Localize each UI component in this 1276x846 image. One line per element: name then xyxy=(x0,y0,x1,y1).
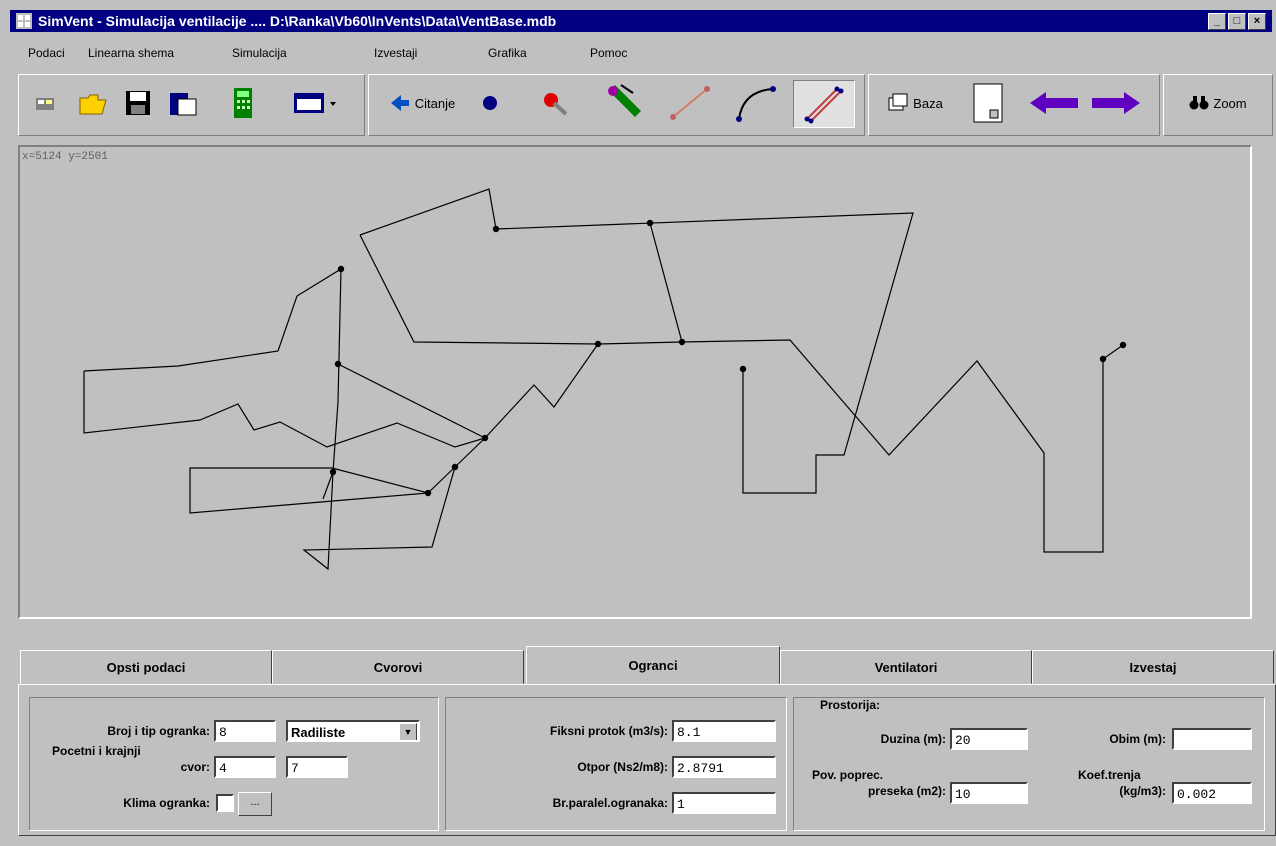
tab-ogranci[interactable]: Ogranci xyxy=(526,646,780,684)
menu-izvestaji[interactable]: Izvestaji xyxy=(374,46,417,60)
baza-button[interactable]: Baza xyxy=(876,80,954,126)
tab-strip: Opsti podaci Cvorovi Ogranci Ventilatori… xyxy=(18,646,1274,684)
arrow-left-icon[interactable] xyxy=(1023,80,1085,126)
maximize-button[interactable]: □ xyxy=(1228,13,1246,30)
zoom-label: Zoom xyxy=(1213,95,1247,111)
fiksni-label: Fiksni protok (m3/s): xyxy=(549,724,668,738)
parallel-lines-icon[interactable] xyxy=(793,80,855,128)
new-icon[interactable] xyxy=(26,80,66,126)
app-icon xyxy=(16,13,32,29)
cvor-label-line1: Pocetni i krajnji xyxy=(52,744,141,758)
obim-field[interactable] xyxy=(1172,728,1252,750)
tab-ventilatori[interactable]: Ventilatori xyxy=(780,650,1032,684)
koef-label-line2: (kg/m3): xyxy=(1119,784,1166,798)
window-title: SimVent - Simulacija ventilacije .... D:… xyxy=(38,13,557,29)
title-bar: SimVent - Simulacija ventilacije .... D:… xyxy=(10,10,1272,32)
line-icon[interactable] xyxy=(660,80,720,126)
fiksni-protok-field[interactable]: 8.1 xyxy=(672,720,776,742)
close-button[interactable]: × xyxy=(1248,13,1266,30)
otpor-label: Otpor (Ns2/m8): xyxy=(577,760,668,774)
tab-izvestaj[interactable]: Izvestaj xyxy=(1032,650,1274,684)
prostorija-group: Prostorija: Duzina (m): 20 Obim (m): Pov… xyxy=(793,697,1265,831)
obim-label: Obim (m): xyxy=(1109,732,1166,746)
menu-grafika[interactable]: Grafika xyxy=(488,46,527,60)
prostorija-label: Prostorija: xyxy=(820,698,881,712)
branch-number-field[interactable]: 8 xyxy=(214,720,276,742)
start-node-field[interactable]: 4 xyxy=(214,756,276,778)
menu-pomoc[interactable]: Pomoc xyxy=(590,46,627,60)
menu-linearna-shema[interactable]: Linearna shema xyxy=(88,46,174,60)
cvor-label-line2: cvor: xyxy=(180,760,210,774)
duzina-label: Duzina (m): xyxy=(880,732,946,746)
end-node-field[interactable]: 7 xyxy=(286,756,348,778)
open-folder-icon[interactable] xyxy=(73,80,113,126)
clipboard-icon[interactable] xyxy=(163,80,203,126)
baza-label: Baza xyxy=(913,95,943,111)
koef-field[interactable]: 0.002 xyxy=(1172,782,1252,804)
arrow-right-icon[interactable] xyxy=(1085,80,1147,126)
toolbar: Citanje Baza Zoom xyxy=(18,72,1274,140)
klima-label: Klima ogranka: xyxy=(123,796,210,810)
citanje-label: Citanje xyxy=(414,95,456,111)
branch-type-select[interactable]: Radiliste ▼ xyxy=(286,720,420,742)
page-icon[interactable] xyxy=(960,80,1016,126)
minimize-button[interactable]: _ xyxy=(1208,13,1226,30)
zoom-button[interactable]: Zoom xyxy=(1170,80,1266,126)
koef-label-line1: Koef.trenja xyxy=(1078,768,1141,782)
paralel-field[interactable]: 1 xyxy=(672,792,776,814)
save-icon[interactable] xyxy=(118,80,158,126)
branch-panel: Broj i tip ogranka: 8 Radiliste ▼ Pocetn… xyxy=(18,684,1276,836)
tab-opsti-podaci[interactable]: Opsti podaci xyxy=(20,650,272,684)
pov-label-line2: preseka (m2): xyxy=(867,784,946,798)
klima-checkbox[interactable] xyxy=(216,794,234,812)
paralel-label: Br.paralel.ogranaka: xyxy=(552,796,668,810)
calculator-icon[interactable] xyxy=(223,80,263,126)
flow-group: Fiksni protok (m3/s): 8.1 Otpor (Ns2/m8)… xyxy=(445,697,787,831)
drawing-canvas[interactable]: x=5124 y=2501 xyxy=(18,145,1252,619)
curve-icon[interactable] xyxy=(726,80,786,126)
broj-label: Broj i tip ogranka: xyxy=(107,724,210,738)
menu-podaci[interactable]: Podaci xyxy=(28,46,65,60)
chevron-down-icon[interactable]: ▼ xyxy=(399,723,417,740)
klima-browse-button[interactable]: ... xyxy=(238,792,272,816)
tab-cvorovi[interactable]: Cvorovi xyxy=(272,650,524,684)
pov-label-line1: Pov. poprec. xyxy=(812,768,884,782)
pov-field[interactable]: 10 xyxy=(950,782,1028,804)
menu-simulacija[interactable]: Simulacija xyxy=(232,46,287,60)
menu-bar: Podaci Linearna shema Simulacija Izvesta… xyxy=(10,32,1272,68)
node-icon[interactable] xyxy=(470,80,510,126)
table-dropdown-icon[interactable] xyxy=(280,80,350,126)
otpor-field[interactable]: 2.8791 xyxy=(672,756,776,778)
ventilation-network xyxy=(83,188,1127,571)
eraser-icon[interactable] xyxy=(596,80,654,126)
branch-id-group: Broj i tip ogranka: 8 Radiliste ▼ Pocetn… xyxy=(29,697,439,831)
duzina-field[interactable]: 20 xyxy=(950,728,1028,750)
citanje-button[interactable]: Citanje xyxy=(380,80,464,126)
delete-node-icon[interactable] xyxy=(530,80,580,126)
